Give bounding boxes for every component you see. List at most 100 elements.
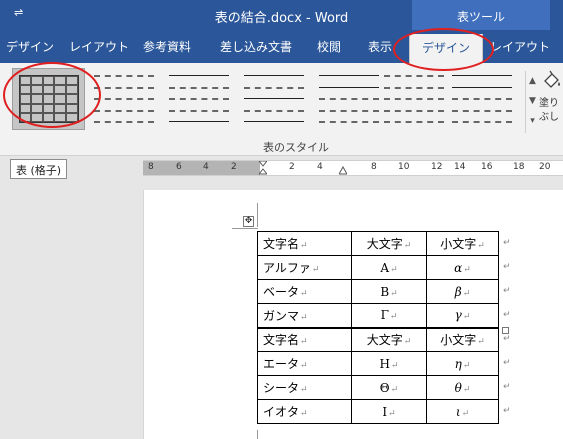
table-header-row: 文字名↵ 大文字↵ 小文字↵ <box>257 326 499 352</box>
paragraph-mark-icon: ↵ <box>300 409 308 419</box>
tab-design-doc[interactable]: デザイン <box>6 38 54 55</box>
paragraph-mark-icon: ↵ <box>389 312 398 323</box>
ruler-number: 4 <box>203 162 209 172</box>
table-cell-lowercase-text: 小文字 <box>440 237 477 251</box>
paragraph-mark-icon: ↵ <box>300 385 308 395</box>
table-row: ベータ↵ B↵ β↵ <box>257 279 499 304</box>
table-cell-lowercase[interactable]: α↵ <box>426 255 499 280</box>
shading-label-line1: 塗り <box>539 98 559 109</box>
table-cell-uppercase-text: A <box>380 260 390 275</box>
table-move-handle-icon[interactable]: ✥ <box>243 216 254 227</box>
table-style-plain-2-icon <box>168 75 229 123</box>
table-cell-name-text: アルファ <box>263 261 311 275</box>
table-style-plain-4[interactable] <box>312 68 385 130</box>
title-bar: ⇌ 表の結合.docx - Word 表ツール <box>0 0 563 30</box>
table-style-grid[interactable] <box>12 68 85 130</box>
tab-view[interactable]: 表示 <box>368 38 392 55</box>
table-cell-uppercase[interactable]: I↵ <box>351 399 427 424</box>
horizontal-ruler[interactable]: 8 6 4 2 2 4 8 10 12 14 16 18 20 <box>143 160 563 176</box>
table-cell-name-text: エータ <box>263 357 300 371</box>
tab-table-design[interactable]: デザイン <box>409 34 484 63</box>
paragraph-mark-icon: ↵ <box>390 384 399 395</box>
table-cell-uppercase[interactable]: A↵ <box>351 255 427 280</box>
table-row: アルファ↵ A↵ α↵ <box>257 255 499 280</box>
indent-marker-icon[interactable] <box>259 161 267 175</box>
table-resize-handle-icon[interactable] <box>502 327 509 334</box>
table-cell-lowercase-text: η <box>454 356 462 371</box>
row-end-mark-icon: ↵ <box>503 238 511 248</box>
table-cell-name-text: ベータ <box>263 285 300 299</box>
table-cell-lowercase[interactable]: ι↵ <box>426 399 499 424</box>
table-cell-name[interactable]: ガンマ↵ <box>257 303 352 328</box>
table-cell-uppercase[interactable]: 大文字↵ <box>351 326 427 352</box>
tab-review[interactable]: 校閲 <box>317 38 341 55</box>
table-cell-uppercase[interactable]: B↵ <box>351 279 427 304</box>
row-end-mark-icon: ↵ <box>503 286 511 296</box>
tab-table-layout[interactable]: レイアウト <box>490 38 550 55</box>
style-tooltip: 表 (格子) <box>10 159 68 179</box>
table-cell-lowercase[interactable]: η↵ <box>426 351 499 376</box>
table-cell-uppercase[interactable]: Θ↵ <box>351 375 427 400</box>
paragraph-mark-icon: ↵ <box>462 384 471 395</box>
table-style-plain-6-icon <box>451 75 512 123</box>
table-cell-uppercase-text: Θ <box>379 380 390 395</box>
paragraph-mark-icon: ↵ <box>390 264 398 275</box>
paragraph-mark-icon: ↵ <box>463 264 471 275</box>
ribbon-panel: ▲ ▼ ▾ 塗り ぶし 表のスタイル <box>0 63 563 156</box>
ruler-number: 20 <box>539 162 551 172</box>
tab-layout-doc[interactable]: レイアウト <box>69 38 129 55</box>
table-cell-name[interactable]: イオタ↵ <box>257 399 352 424</box>
table-style-plain-5[interactable] <box>377 68 450 130</box>
table-cell-name[interactable]: シータ↵ <box>257 375 352 400</box>
ruler-number: 10 <box>398 162 410 172</box>
word-window: ⇌ 表の結合.docx - Word 表ツール デザイン レイアウト 参考資料 … <box>0 0 563 439</box>
table-style-plain-3[interactable] <box>237 68 310 130</box>
paint-bucket-icon <box>544 70 560 88</box>
ruler-margin-left <box>143 161 260 175</box>
paragraph-mark-icon: ↵ <box>300 361 308 371</box>
table-cell-name[interactable]: 文字名↵ <box>257 326 352 352</box>
context-tab-group-label: 表ツール <box>412 0 550 30</box>
table-cell-name[interactable]: ベータ↵ <box>257 279 352 304</box>
ruler-number: 2 <box>231 162 237 172</box>
tab-mailings[interactable]: 差し込み文書 <box>220 38 292 55</box>
table-cell-uppercase-text: 大文字 <box>366 333 403 348</box>
paragraph-mark-icon: ↵ <box>462 288 471 299</box>
table-cell-name[interactable]: エータ↵ <box>257 351 352 376</box>
shading-button[interactable]: 塗り ぶし <box>537 67 563 133</box>
table-cell-lowercase[interactable]: 小文字↵ <box>426 231 499 256</box>
paragraph-mark-icon: ↵ <box>388 408 396 419</box>
document-table[interactable]: 文字名↵ 大文字↵ 小文字↵ アルファ↵ A↵ α↵ ベータ↵ B↵ β↵ ガンマ↵ Γ↵ γ↵ 文字名… <box>257 231 499 424</box>
table-cell-lowercase[interactable]: θ↵ <box>426 375 499 400</box>
table-cell-uppercase-text: B <box>380 284 390 299</box>
table-row: シータ↵ Θ↵ θ↵ <box>257 375 499 400</box>
table-cell-name-text: 文字名 <box>263 237 300 251</box>
tab-references[interactable]: 参考資料 <box>143 38 191 55</box>
table-cell-uppercase[interactable]: H↵ <box>351 351 427 376</box>
table-style-plain-2[interactable] <box>162 68 235 130</box>
ruler-number: 6 <box>176 162 182 172</box>
right-indent-marker-icon[interactable] <box>339 161 347 175</box>
table-cell-uppercase-text: Γ <box>380 308 389 323</box>
table-cell-lowercase[interactable]: γ↵ <box>426 303 499 328</box>
table-cell-uppercase[interactable]: Γ↵ <box>351 303 427 328</box>
table-cell-lowercase[interactable]: 小文字↵ <box>426 326 499 352</box>
paragraph-mark-icon: ↵ <box>462 360 471 371</box>
ruler-number: 14 <box>454 162 466 172</box>
table-row: ガンマ↵ Γ↵ γ↵ <box>257 303 499 328</box>
table-cell-lowercase-text: 小文字 <box>440 333 477 348</box>
table-cell-name[interactable]: 文字名↵ <box>257 231 352 256</box>
table-cell-lowercase[interactable]: β↵ <box>426 279 499 304</box>
table-cell-uppercase[interactable]: 大文字↵ <box>351 231 427 256</box>
table-style-plain-1[interactable] <box>87 68 160 130</box>
table-style-plain-5-icon <box>383 75 444 123</box>
paragraph-mark-icon: ↵ <box>390 288 398 299</box>
table-style-plain-6[interactable] <box>445 68 518 130</box>
ruler-number: 12 <box>431 162 443 172</box>
table-cell-name[interactable]: アルファ↵ <box>257 255 352 280</box>
paragraph-mark-icon: ↵ <box>300 241 308 251</box>
table-cell-lowercase-text: θ <box>454 380 462 395</box>
table-cell-name-text: シータ <box>263 381 300 395</box>
paragraph-mark-icon: ↵ <box>300 337 308 348</box>
shading-label: 塗り ぶし <box>539 97 563 125</box>
